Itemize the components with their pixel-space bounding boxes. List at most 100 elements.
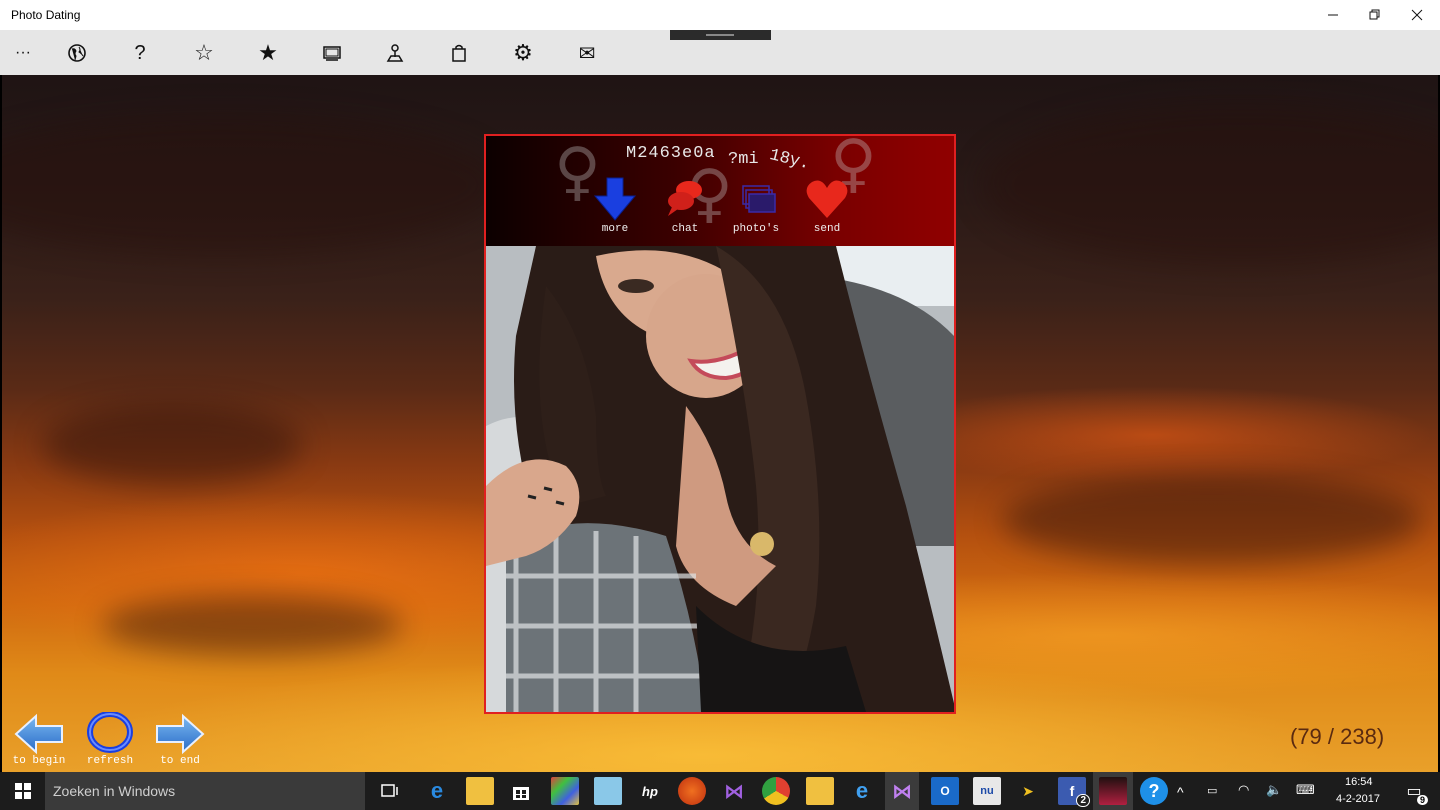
facebook-badge: 2 [1076, 794, 1090, 807]
file-explorer-button[interactable] [466, 777, 494, 805]
store-taskbar-button[interactable] [507, 777, 535, 805]
mail-icon: ✉ [578, 42, 596, 65]
tray-chevron-icon[interactable]: ^ [1177, 784, 1184, 800]
help-button[interactable]: ? [125, 38, 155, 68]
outlook-icon: O [940, 784, 950, 798]
more-button[interactable]: ··· [8, 38, 38, 68]
favorite-outline-button[interactable]: ☆ [189, 38, 219, 68]
heart-icon [806, 180, 848, 218]
send-label: send [813, 223, 841, 235]
help-icon: ? [1148, 780, 1160, 801]
outlook-button[interactable]: O [931, 777, 959, 805]
visual-studio-icon: ⋈ [892, 780, 912, 803]
refresh-icon [87, 711, 133, 753]
arrow-right-icon [156, 713, 205, 755]
arrow-down-icon [593, 177, 637, 221]
firefox-button[interactable] [678, 777, 706, 805]
photos-app-button[interactable] [551, 777, 579, 805]
edge-button[interactable]: e [423, 777, 451, 805]
nu-app-button[interactable]: nu [973, 777, 1001, 805]
close-icon [1411, 9, 1423, 21]
facebook-button[interactable]: f 2 [1058, 777, 1090, 807]
photos-action-button[interactable]: photo's [721, 176, 791, 238]
cloud [1002, 475, 1422, 565]
to-end-button[interactable]: to end [150, 712, 210, 770]
title-bar: Photo Dating [0, 0, 1440, 30]
slideshow-icon [323, 46, 341, 61]
more-label: more [601, 223, 629, 235]
help-icon: ? [134, 41, 146, 64]
clock-time[interactable]: 16:54 [1345, 776, 1373, 788]
chat-bubble-icon [668, 181, 702, 216]
battery-icon[interactable]: ▭ [1207, 784, 1217, 797]
facebook-icon: f [1069, 783, 1075, 799]
location-button[interactable] [380, 38, 410, 68]
edge-icon: e [430, 778, 444, 803]
refresh-button[interactable]: refresh [80, 711, 140, 770]
close-button[interactable] [1394, 0, 1440, 30]
to-begin-button[interactable]: to begin [9, 712, 69, 770]
clock-date[interactable]: 4-2-2017 [1336, 793, 1380, 805]
cloud [982, 105, 1438, 265]
chrome-button[interactable] [762, 777, 790, 805]
hp-button[interactable]: hp [636, 777, 664, 805]
photo-dating-taskbar-button[interactable] [1099, 777, 1127, 805]
more-action-button[interactable]: more [580, 176, 650, 238]
refresh-label: refresh [86, 755, 134, 767]
send-action-button[interactable]: send [792, 176, 862, 238]
start-button[interactable] [0, 772, 45, 810]
nu-app-icon: nu [980, 785, 994, 797]
app-bar: ··· ? ☆ ★ ⚙ ✉ [0, 30, 1440, 75]
sway-icon: ➤ [1022, 782, 1034, 799]
app-button[interactable] [594, 777, 622, 805]
globe-icon [68, 44, 86, 62]
chat-action-button[interactable]: chat [650, 176, 720, 238]
profile-distance: ?mi [728, 150, 759, 169]
action-center-button[interactable]: ▭ 9 [1400, 777, 1428, 805]
profile-header: ♀ ♀ ♀ M2463e0a ?mi 18y. more chat photo'… [486, 136, 954, 246]
windows-logo-icon [14, 783, 31, 799]
cloud [42, 405, 302, 485]
keyboard-icon[interactable]: ⌨ [1296, 782, 1315, 798]
profile-photo[interactable] [486, 246, 954, 712]
window-title: Photo Dating [11, 8, 81, 22]
restore-icon [1369, 9, 1380, 20]
star-outline-icon: ☆ [194, 40, 214, 65]
cloud [2, 115, 502, 255]
profile-photo-image [486, 246, 954, 712]
appbar-handle[interactable] [670, 30, 771, 40]
slideshow-button[interactable] [317, 38, 347, 68]
arrow-left-icon [14, 713, 63, 755]
minimize-button[interactable] [1310, 0, 1356, 30]
map-pin-icon [386, 44, 404, 62]
more-icon: ··· [15, 44, 31, 61]
globe-button[interactable] [62, 38, 92, 68]
to-begin-label: to begin [12, 755, 66, 767]
hp-icon: hp [642, 783, 658, 799]
minimize-icon [1328, 14, 1338, 16]
internet-explorer-button[interactable]: e [848, 777, 876, 805]
profile-counter: (79 / 238) [1290, 724, 1385, 749]
task-view-button[interactable] [376, 777, 404, 805]
photo-stack-icon [742, 185, 776, 213]
mail-button[interactable]: ✉ [572, 38, 602, 68]
internet-explorer-icon: e [855, 778, 869, 803]
profile-age: 18y. [767, 146, 812, 175]
restore-button[interactable] [1352, 0, 1398, 30]
taskbar-search[interactable]: Zoeken in Windows [45, 772, 365, 810]
visual-studio-icon: ⋈ [724, 780, 744, 803]
visual-studio-active-button[interactable]: ⋈ [888, 777, 916, 805]
help-taskbar-button[interactable]: ? [1140, 777, 1168, 805]
store-button[interactable] [444, 38, 474, 68]
settings-icon: ⚙ [513, 40, 533, 65]
favorites-button[interactable]: ★ [253, 38, 283, 68]
wifi-icon[interactable]: ◠ [1238, 782, 1249, 798]
settings-button[interactable]: ⚙ [508, 38, 538, 68]
onedrive-button[interactable] [806, 777, 834, 805]
visual-studio-button[interactable]: ⋈ [720, 777, 748, 805]
sway-button[interactable]: ➤ [1014, 777, 1042, 805]
photos-label: photo's [732, 223, 780, 235]
chat-label: chat [671, 223, 699, 235]
volume-icon[interactable]: 🔈 [1266, 782, 1282, 798]
star-filled-icon: ★ [258, 40, 278, 65]
